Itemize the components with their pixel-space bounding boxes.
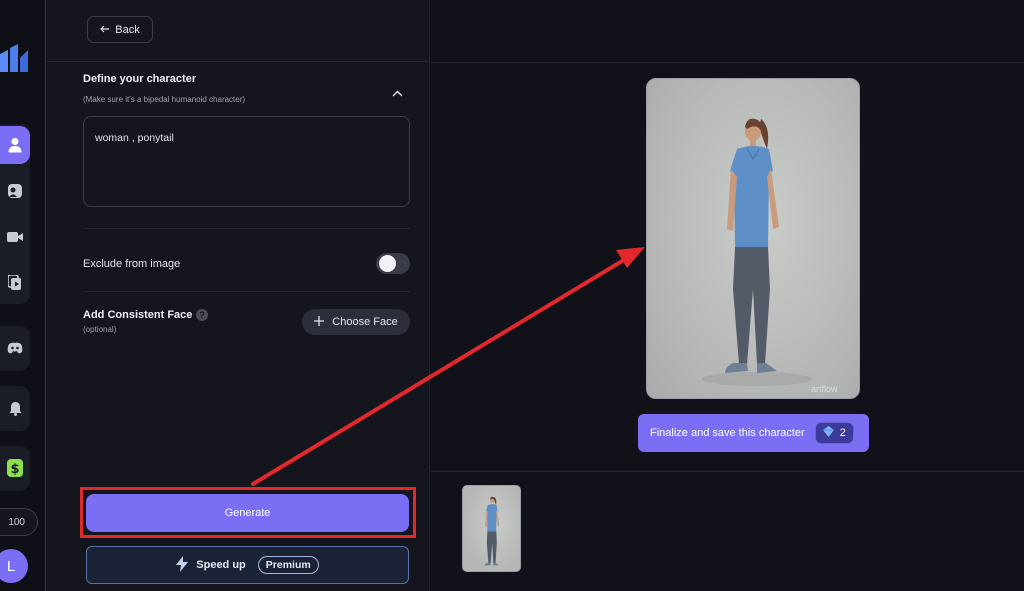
left-rail: $ 100 L <box>0 0 46 591</box>
discord-icon <box>7 342 23 354</box>
gem-icon <box>822 426 834 440</box>
exclude-toggle[interactable] <box>376 253 410 274</box>
generation-thumbnail[interactable] <box>462 485 521 572</box>
finalize-label: Finalize and save this character <box>650 427 805 439</box>
user-avatar[interactable]: L <box>0 549 28 583</box>
app-logo[interactable] <box>0 44 30 76</box>
credits-value: 100 <box>8 516 25 528</box>
arrow-left-icon <box>100 24 110 36</box>
section-title: Define your character <box>83 73 197 85</box>
media-play-icon <box>8 275 21 290</box>
back-label: Back <box>115 23 140 36</box>
lightning-icon <box>176 555 189 575</box>
choose-face-button[interactable]: Choose Face <box>302 309 410 335</box>
chevron-up-icon[interactable] <box>392 84 403 102</box>
rail-tools-group <box>0 124 30 304</box>
finalize-character-button[interactable]: Finalize and save this character 2 <box>638 414 869 452</box>
rail-pricing-button[interactable]: $ <box>0 449 30 487</box>
generate-label: Generate <box>224 507 271 519</box>
preview-area: artflow Finalize and save this character… <box>431 0 1024 591</box>
toggle-knob <box>379 255 396 272</box>
bell-icon <box>9 401 21 416</box>
panel-header: Back <box>47 0 430 62</box>
help-icon[interactable]: ? <box>196 309 208 321</box>
section-subtitle: (Make sure it's a bipedal humanoid chara… <box>83 95 246 104</box>
character-icon <box>8 184 22 198</box>
divider <box>431 471 1024 472</box>
divider <box>83 291 410 292</box>
exclude-label: Exclude from image <box>83 258 181 270</box>
rail-notifications-group <box>0 386 30 431</box>
character-preview-image: artflow <box>646 78 860 399</box>
character-prompt-input[interactable] <box>83 116 410 207</box>
back-button[interactable]: Back <box>87 16 153 43</box>
generate-button[interactable]: Generate <box>86 494 409 532</box>
woman-figure: artflow <box>702 118 838 394</box>
choose-face-label: Choose Face <box>332 316 398 328</box>
plus-icon <box>314 315 325 329</box>
rail-discord-group <box>0 326 30 371</box>
rail-media-button[interactable] <box>0 264 30 302</box>
consistent-face-label: Add Consistent Face <box>83 309 193 321</box>
consistent-face-optional: (optional) <box>83 325 117 334</box>
speed-up-button[interactable]: Speed up Premium <box>86 546 409 584</box>
speed-up-label: Speed up <box>196 559 246 571</box>
divider <box>431 62 1024 63</box>
character-settings-panel: Back Define your character (Make sure it… <box>47 0 430 591</box>
rail-character-button[interactable] <box>0 126 30 164</box>
credits-counter[interactable]: 100 <box>0 508 38 536</box>
watermark-text: artflow <box>811 384 838 394</box>
svg-text:$: $ <box>10 462 19 477</box>
rail-video-button[interactable] <box>0 218 30 256</box>
dollar-icon: $ <box>7 459 23 477</box>
thumbnail-figure <box>484 496 500 566</box>
rail-scene-button[interactable] <box>0 172 30 210</box>
rail-pricing-group: $ <box>0 446 30 491</box>
avatar-initial: L <box>6 557 16 575</box>
rail-discord-button[interactable] <box>0 329 30 367</box>
rail-notifications-button[interactable] <box>0 389 30 427</box>
divider <box>83 228 410 229</box>
finalize-cost-chip: 2 <box>814 422 854 444</box>
user-icon <box>8 138 22 153</box>
finalize-cost: 2 <box>839 427 846 439</box>
premium-badge: Premium <box>257 556 319 574</box>
video-camera-icon <box>7 232 23 242</box>
